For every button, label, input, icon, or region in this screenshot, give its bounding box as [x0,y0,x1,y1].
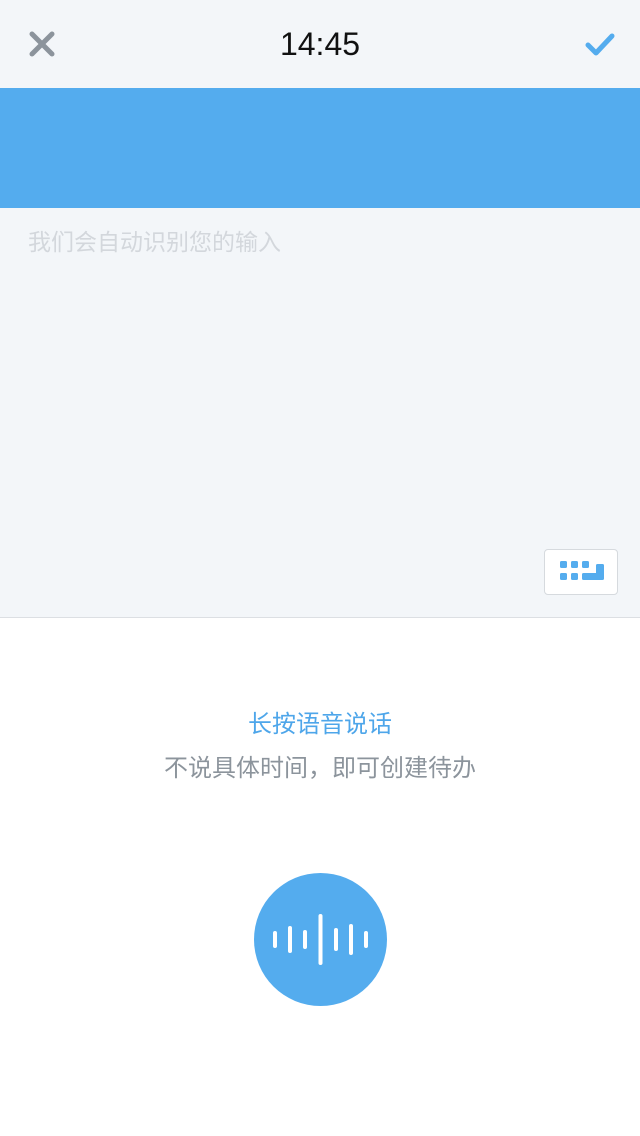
input-area[interactable]: 我们会自动识别您的输入 [0,208,640,618]
keyboard-toggle-button[interactable] [544,549,618,595]
voice-record-button[interactable] [254,873,387,1006]
confirm-button[interactable] [578,24,622,64]
header-bar: 14:45 [0,0,640,88]
color-banner [0,88,640,208]
close-icon [29,31,55,57]
voice-hint-title: 长按语音说话 [248,710,392,738]
voice-input-screen: 14:45 我们会自动识别您的输入 长按语音说话 不说具体时间，即可创建待办 [0,0,640,1136]
page-title: 14:45 [279,26,361,62]
soundwave-icon [273,914,368,965]
checkmark-icon [585,33,615,56]
voice-hint-subtitle: 不说具体时间，即可创建待办 [164,754,476,782]
close-button[interactable] [22,24,62,64]
keyboard-icon [560,561,604,580]
input-placeholder: 我们会自动识别您的输入 [28,230,281,256]
